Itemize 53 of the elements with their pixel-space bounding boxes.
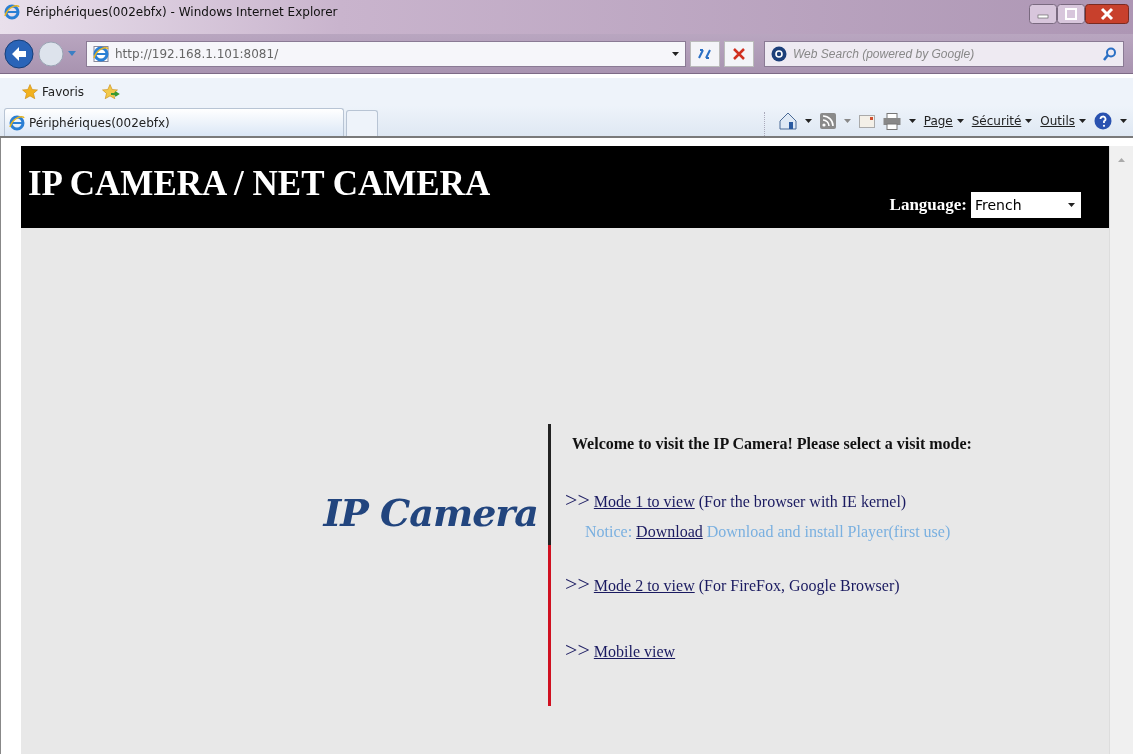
welcome-heading: Welcome to visit the IP Camera! Please select a visit mode: [572, 435, 972, 453]
help-icon[interactable] [1094, 112, 1112, 130]
notice-label: Notice: [585, 523, 633, 541]
dropdown-caret-icon [1068, 203, 1075, 207]
back-button[interactable] [4, 38, 34, 69]
printer-icon[interactable] [882, 112, 901, 130]
favorites-button[interactable]: Favoris [22, 84, 85, 100]
browser-logo-icon [4, 4, 20, 20]
notice-text: Download and install Player(first use) [706, 523, 951, 541]
browser-tab[interactable]: Périphériques(002ebfx) [4, 108, 344, 136]
menu-button[interactable]: Page [923, 114, 964, 128]
menu-button[interactable]: Sécurité [971, 114, 1033, 128]
stop-button[interactable] [724, 40, 754, 67]
window-title: Périphériques(002ebfx) - Windows Internet Explorer [26, 4, 338, 21]
site-title: IP CAMERA / NET CAMERA [28, 164, 491, 204]
feed-icon[interactable] [819, 113, 836, 129]
address-field[interactable]: http://192.168.1.101:8081/ [86, 40, 686, 67]
language-label: Language: [889, 195, 967, 215]
url-text: http://192.168.1.101:8081/ [115, 46, 279, 61]
star-icon [22, 84, 38, 100]
search-input[interactable]: Web Search (powered by Google) [791, 45, 1099, 62]
dropdown-caret-icon[interactable] [804, 119, 812, 123]
mail-icon[interactable] [858, 114, 875, 128]
mode-note: (For the browser with IE kernel) [698, 493, 907, 511]
refresh-button[interactable] [690, 40, 720, 67]
menu-button[interactable]: Outils [1040, 114, 1086, 128]
mode-link[interactable]: Mode 2 to view [593, 577, 695, 595]
language-select[interactable]: French [971, 192, 1081, 218]
dropdown-caret-icon[interactable] [672, 51, 679, 56]
home-icon[interactable] [778, 112, 797, 130]
marker-text: >> [565, 487, 590, 513]
marker-text: >> [565, 637, 590, 663]
dropdown-caret-icon[interactable] [1120, 119, 1127, 123]
download-link[interactable]: Download [636, 523, 703, 541]
logo-text: IP Camera [323, 490, 539, 537]
minimize-button[interactable] [1029, 4, 1057, 24]
maximize-button[interactable] [1057, 4, 1085, 24]
close-button[interactable] [1085, 4, 1129, 24]
dropdown-caret-icon [1079, 119, 1086, 123]
dropdown-caret-icon [956, 119, 964, 123]
mode-link[interactable]: Mobile view [593, 643, 676, 661]
search-field[interactable]: Web Search (powered by Google) [764, 40, 1124, 67]
dropdown-caret-icon [1025, 119, 1033, 123]
marker-text: >> [565, 571, 590, 597]
search-icon[interactable] [1103, 46, 1117, 61]
page-icon [93, 45, 109, 62]
add-favorite-icon[interactable] [102, 84, 121, 100]
search-provider-icon [771, 45, 787, 62]
mode-note: (For FireFox, Google Browser) [698, 577, 900, 595]
dropdown-caret-icon[interactable] [908, 119, 916, 123]
mode-link[interactable]: Mode 1 to view [593, 493, 695, 511]
scrollbar[interactable] [1109, 146, 1133, 754]
browser-logo-icon [9, 114, 25, 131]
